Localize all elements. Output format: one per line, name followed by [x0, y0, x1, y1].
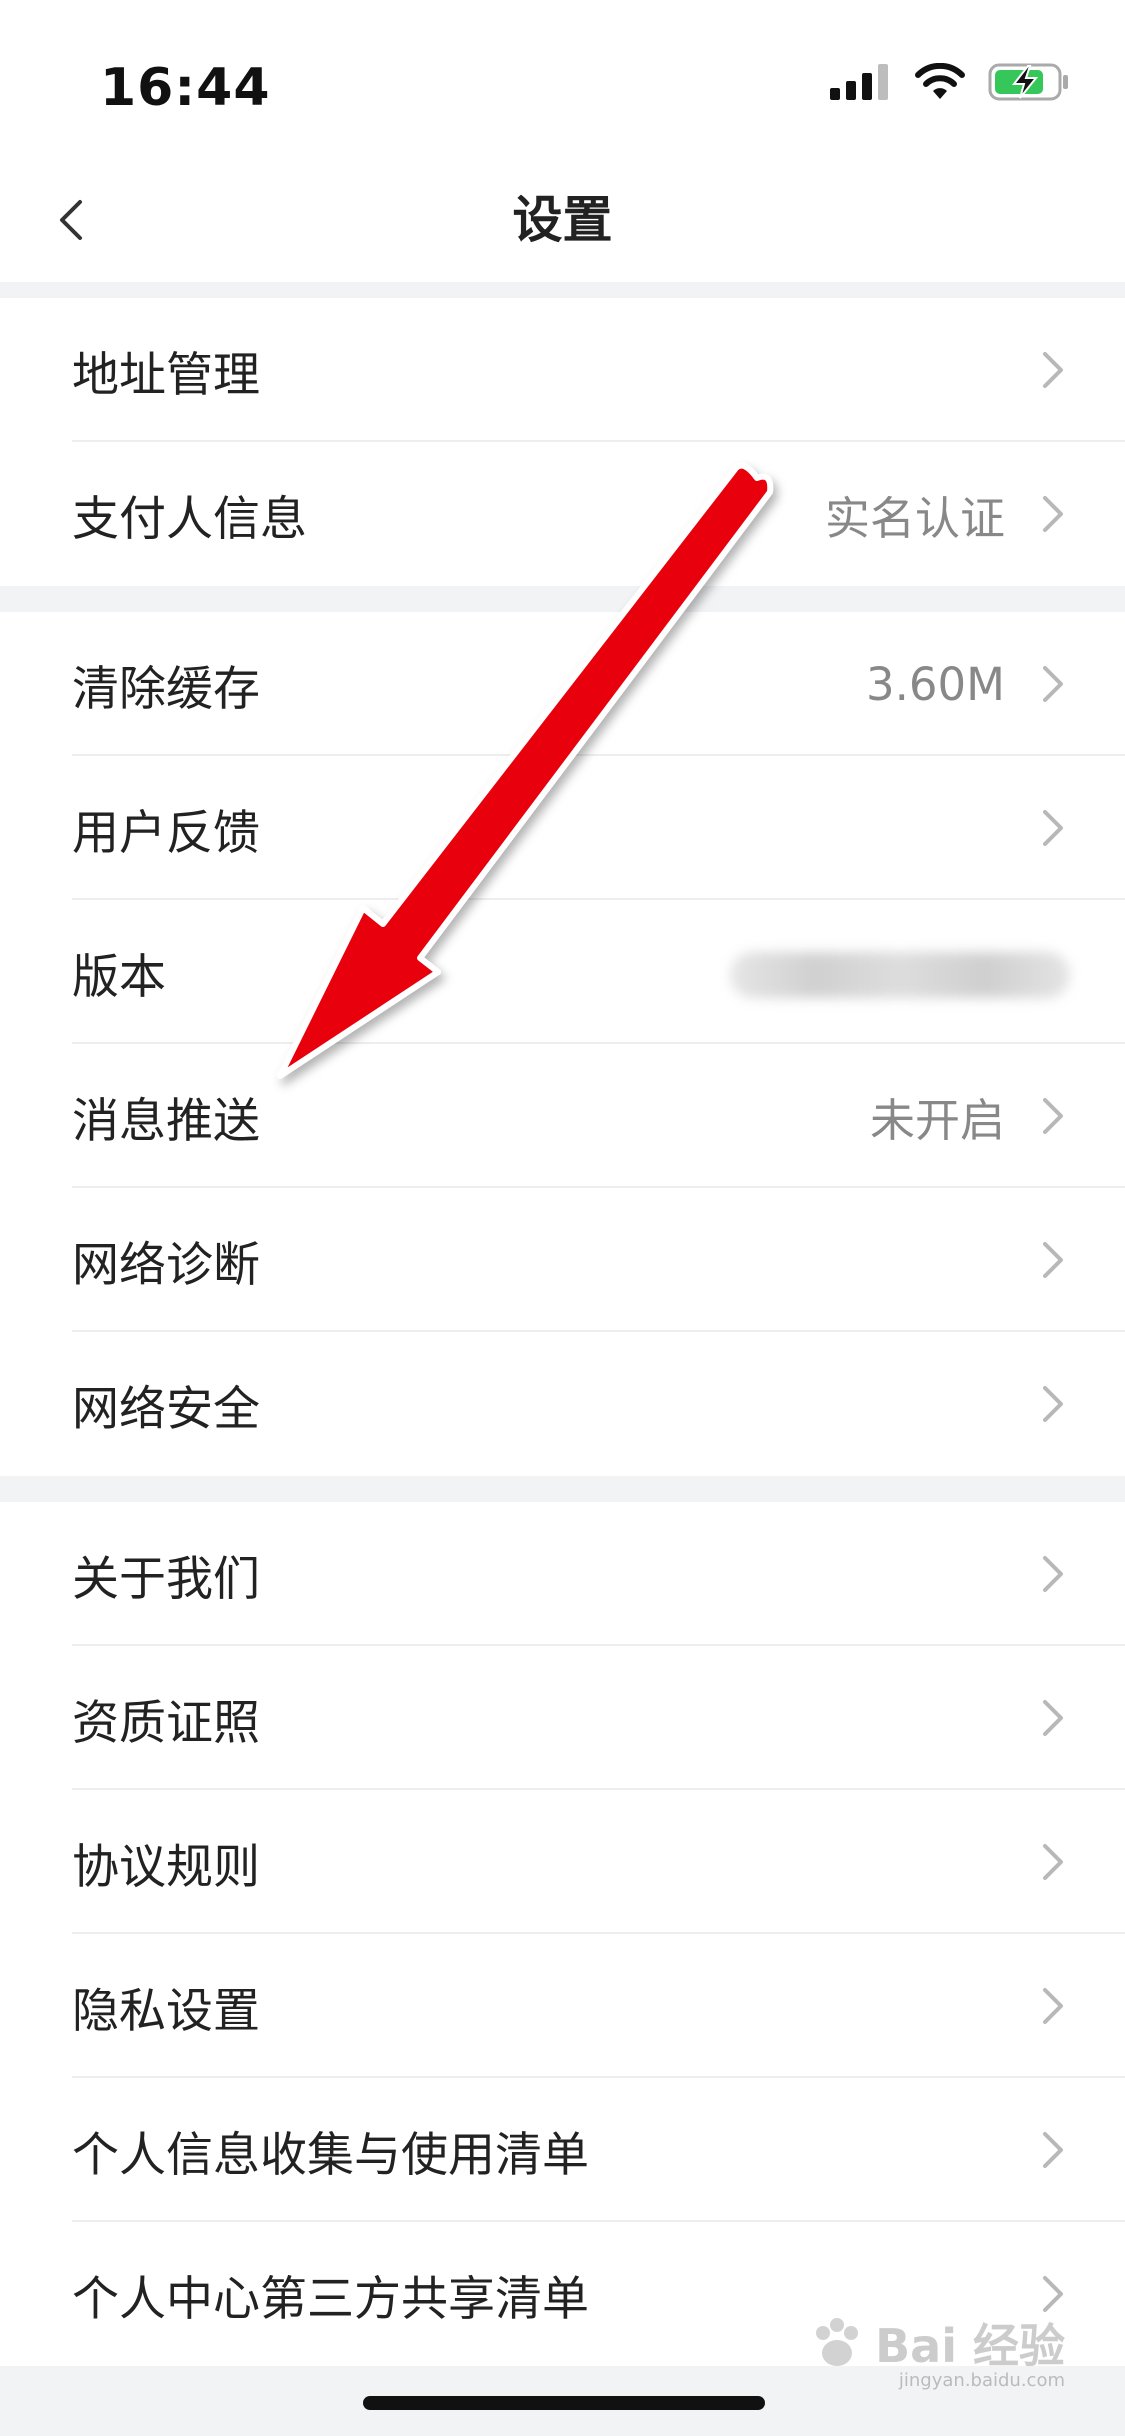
chevron-right-icon	[1043, 1386, 1063, 1422]
chevron-right-icon	[1043, 352, 1063, 388]
settings-row-version: 版本	[0, 900, 1125, 1044]
chevron-right-icon	[1043, 2276, 1063, 2312]
settings-row-payer-info[interactable]: 支付人信息 实名认证	[0, 442, 1125, 586]
paw-logo-icon	[816, 2318, 859, 2366]
settings-group-app: 清除缓存 3.60M 用户反馈 版本 消息推送 未开启 网络诊断 网络安全	[0, 612, 1125, 1476]
row-label: 用户反馈	[72, 805, 260, 861]
home-indicator[interactable]	[363, 2396, 765, 2410]
settings-row-network-security[interactable]: 网络安全	[0, 1332, 1125, 1476]
row-label: 资质证照	[72, 1695, 260, 1751]
chevron-right-icon	[1043, 810, 1063, 846]
watermark-url: jingyan.baidu.com	[898, 2370, 1065, 2391]
row-value: 3.60M	[865, 657, 1005, 711]
row-label: 版本	[72, 949, 166, 1005]
section-gap	[0, 282, 1125, 298]
page-title: 设置	[512, 191, 613, 249]
row-label: 协议规则	[72, 1839, 260, 1895]
chevron-right-icon	[1043, 1844, 1063, 1880]
row-label: 关于我们	[72, 1551, 260, 1607]
section-gap	[0, 586, 1125, 612]
settings-row-push-notifications[interactable]: 消息推送 未开启	[0, 1044, 1125, 1188]
settings-row-clear-cache[interactable]: 清除缓存 3.60M	[0, 612, 1125, 756]
row-label: 消息推送	[72, 1093, 260, 1149]
status-time: 16:44	[100, 58, 271, 118]
settings-row-personal-info-list[interactable]: 个人信息收集与使用清单	[0, 2078, 1125, 2222]
row-value: 实名认证	[824, 491, 1005, 545]
row-label: 个人中心第三方共享清单	[72, 2271, 589, 2327]
chevron-right-icon	[1043, 1700, 1063, 1736]
nav-bar: 设置	[0, 160, 1125, 280]
row-label: 个人信息收集与使用清单	[72, 2127, 589, 2183]
row-label: 隐私设置	[72, 1983, 260, 2039]
settings-group-about: 关于我们 资质证照 协议规则 隐私设置 个人信息收集与使用清单 个人中心第三方共…	[0, 1502, 1125, 2366]
row-label: 地址管理	[72, 347, 260, 403]
settings-row-privacy[interactable]: 隐私设置	[0, 1934, 1125, 2078]
chevron-right-icon	[1043, 496, 1063, 532]
row-label: 清除缓存	[72, 661, 260, 717]
signal-icon	[830, 64, 888, 100]
row-label: 网络诊断	[72, 1237, 260, 1293]
status-icons	[830, 62, 1070, 102]
version-value-blurred	[730, 952, 1070, 998]
battery-charging-icon	[988, 63, 1068, 101]
watermark-text: Bai 经验	[875, 2319, 1065, 2373]
settings-row-agreements[interactable]: 协议规则	[0, 1790, 1125, 1934]
settings-row-feedback[interactable]: 用户反馈	[0, 756, 1125, 900]
row-value: 未开启	[869, 1093, 1005, 1147]
baidu-watermark: Bai 经验	[809, 2310, 1065, 2376]
chevron-right-icon	[1043, 666, 1063, 702]
settings-group-account: 地址管理 支付人信息 实名认证	[0, 298, 1125, 586]
settings-row-about-us[interactable]: 关于我们	[0, 1502, 1125, 1646]
settings-row-qualifications[interactable]: 资质证照	[0, 1646, 1125, 1790]
chevron-right-icon	[1043, 1098, 1063, 1134]
settings-row-network-diagnosis[interactable]: 网络诊断	[0, 1188, 1125, 1332]
chevron-right-icon	[1043, 1242, 1063, 1278]
wifi-icon	[915, 63, 965, 99]
section-gap	[0, 1476, 1125, 1502]
settings-row-address[interactable]: 地址管理	[0, 298, 1125, 442]
status-bar: 16:44	[0, 0, 1125, 180]
row-label: 支付人信息	[72, 491, 307, 547]
chevron-right-icon	[1043, 1988, 1063, 2024]
row-label: 网络安全	[72, 1381, 260, 1437]
chevron-right-icon	[1043, 2132, 1063, 2168]
chevron-right-icon	[1043, 1556, 1063, 1592]
